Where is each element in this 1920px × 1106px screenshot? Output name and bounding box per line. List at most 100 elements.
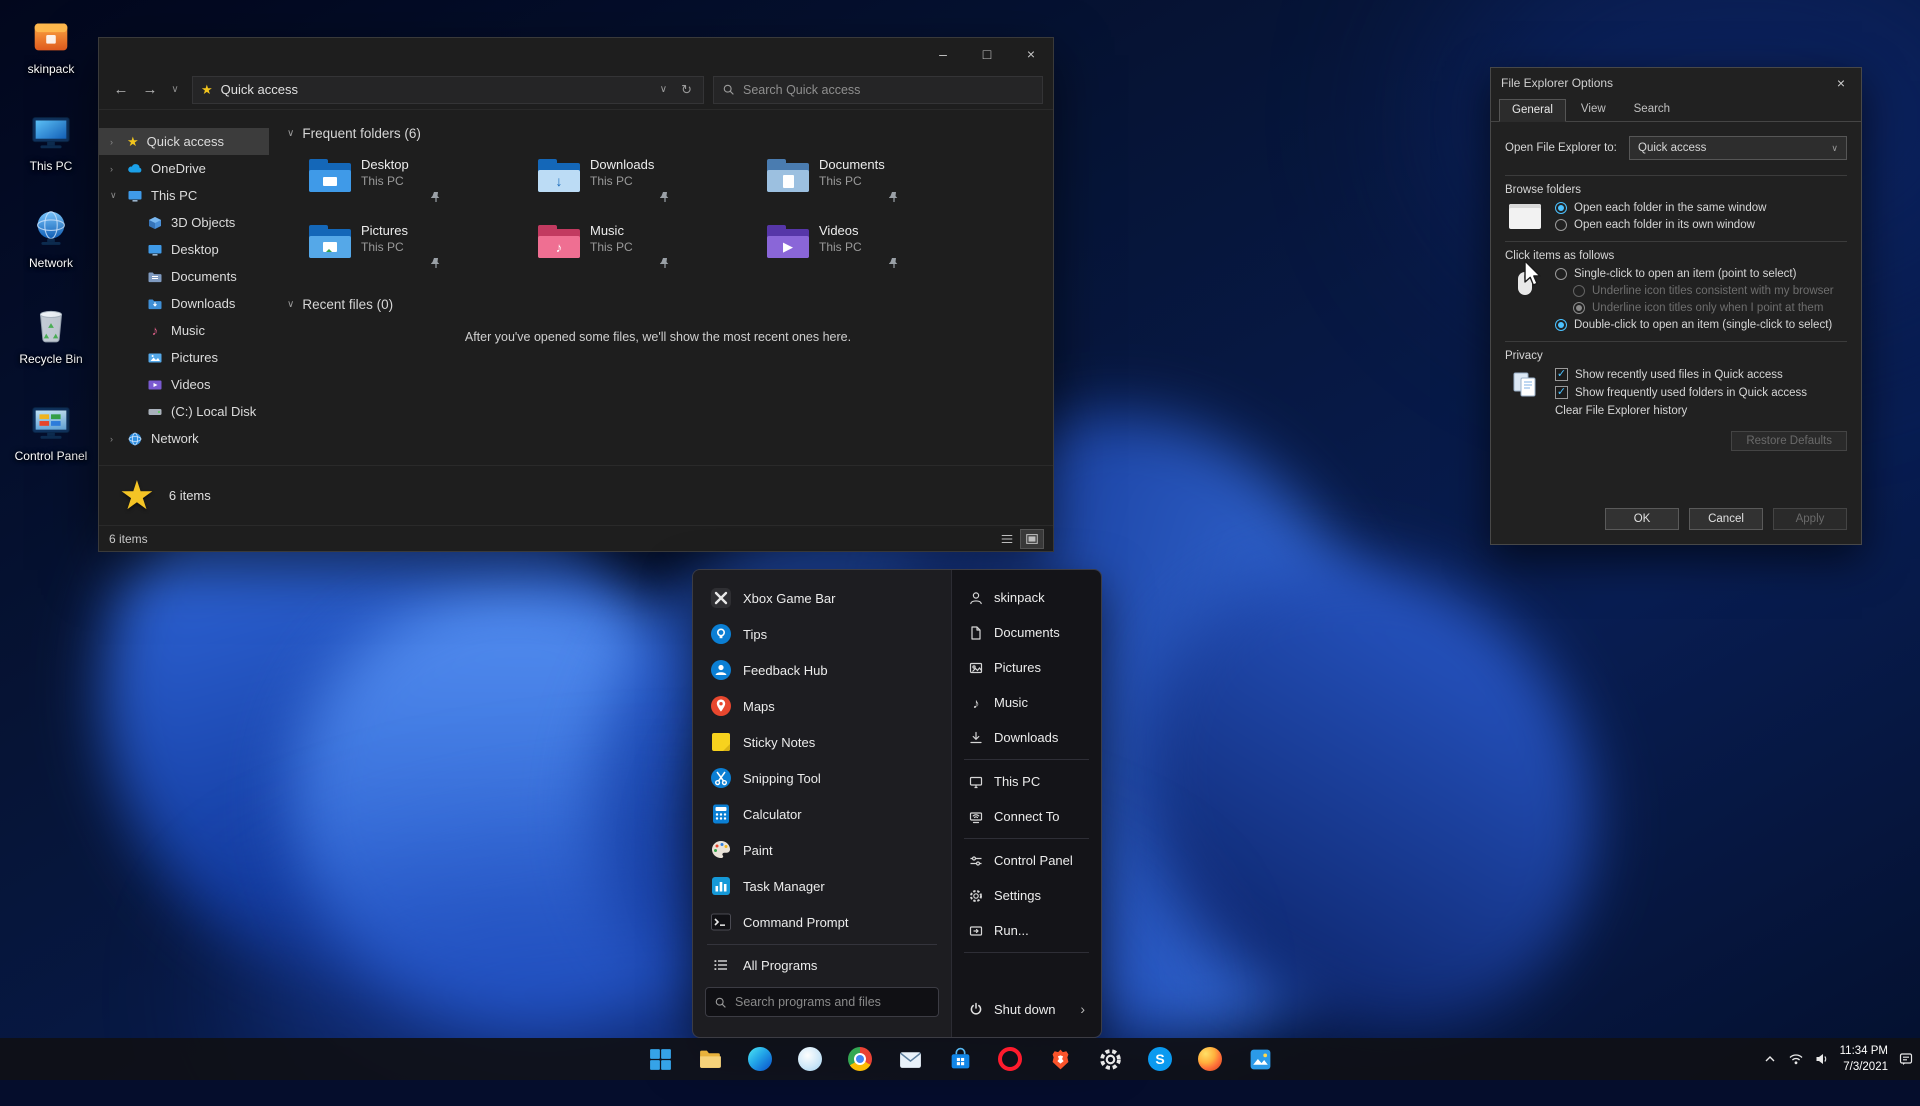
taskbar-edge-button[interactable] xyxy=(740,1040,780,1078)
desktop-icon-network[interactable]: Network xyxy=(8,206,94,271)
sidebar-item-desktop[interactable]: Desktop xyxy=(99,236,269,263)
sidebar-item-this-pc[interactable]: ∨ This PC xyxy=(99,182,269,209)
explorer-search-input[interactable] xyxy=(743,82,1034,97)
dialog-close-button[interactable]: × xyxy=(1821,68,1861,98)
desktop-icon-control-panel[interactable]: Control Panel xyxy=(8,399,94,464)
expand-chevron-icon[interactable]: › xyxy=(110,137,113,147)
sidebar-item-music[interactable]: ♪ Music xyxy=(99,317,269,344)
start-app-paint[interactable]: Paint xyxy=(701,832,943,868)
checkbox[interactable]: ✓ xyxy=(1555,368,1568,381)
radio-button[interactable] xyxy=(1555,268,1567,280)
start-app-snipping-tool[interactable]: Snipping Tool xyxy=(701,760,943,796)
checkbox-show-recent-files[interactable]: ✓ Show recently used files in Quick acces… xyxy=(1555,368,1847,381)
collapse-chevron-icon[interactable]: ∨ xyxy=(287,128,294,139)
start-place-documents[interactable]: Documents xyxy=(952,615,1101,650)
start-place-downloads[interactable]: Downloads xyxy=(952,720,1101,755)
start-app-xbox-game-bar[interactable]: Xbox Game Bar xyxy=(701,580,943,616)
taskbar-file-explorer-button[interactable] xyxy=(690,1040,730,1078)
tab-view[interactable]: View xyxy=(1568,98,1619,121)
start-place-connect-to[interactable]: Connect To xyxy=(952,799,1101,834)
folder-tile-documents[interactable]: Documents This PC xyxy=(761,151,990,209)
tab-general[interactable]: General xyxy=(1499,99,1566,122)
folder-tile-pictures[interactable]: Pictures This PC xyxy=(303,217,532,275)
radio-single-click[interactable]: Single-click to open an item (point to s… xyxy=(1555,268,1847,280)
start-place-this-pc[interactable]: This PC xyxy=(952,764,1101,799)
sidebar-item-network[interactable]: › Network xyxy=(99,425,269,452)
start-place-run[interactable]: Run... xyxy=(952,913,1101,948)
explorer-search-box[interactable] xyxy=(713,75,1043,104)
start-app-calculator[interactable]: Calculator xyxy=(701,796,943,832)
desktop-icon-this-pc[interactable]: This PC xyxy=(8,109,94,174)
forward-button[interactable]: → xyxy=(138,81,162,98)
sidebar-item-documents[interactable]: Documents xyxy=(99,263,269,290)
sidebar-item-quick-access[interactable]: › ★ Quick access xyxy=(99,128,269,155)
all-programs-item[interactable]: All Programs xyxy=(701,949,943,981)
folder-tile-videos[interactable]: ▶ Videos This PC xyxy=(761,217,990,275)
radio-double-click[interactable]: Double-click to open an item (single-cli… xyxy=(1555,319,1847,331)
start-place-skinpack[interactable]: skinpack xyxy=(952,580,1101,615)
start-place-music[interactable]: ♪ Music xyxy=(952,685,1101,720)
cancel-button[interactable]: Cancel xyxy=(1689,508,1763,530)
taskbar-opera-button[interactable] xyxy=(990,1040,1030,1078)
shut-down-button[interactable]: Shut down › xyxy=(952,991,1101,1027)
action-center-button[interactable] xyxy=(1897,1051,1914,1068)
recent-files-header[interactable]: ∨ Recent files (0) xyxy=(287,297,1053,312)
expand-chevron-icon[interactable]: › xyxy=(110,164,113,174)
radio-open-same-window[interactable]: Open each folder in the same window xyxy=(1555,202,1847,214)
checkbox-show-frequent-folders[interactable]: ✓ Show frequently used folders in Quick a… xyxy=(1555,386,1847,399)
folder-tile-downloads[interactable]: ↓ Downloads This PC xyxy=(532,151,761,209)
desktop-icon-recycle-bin[interactable]: Recycle Bin xyxy=(8,302,94,367)
taskbar-firefox-button[interactable] xyxy=(1190,1040,1230,1078)
start-place-pictures[interactable]: Pictures xyxy=(952,650,1101,685)
start-app-command-prompt[interactable]: Command Prompt xyxy=(701,904,943,940)
taskbar-settings-button[interactable] xyxy=(1090,1040,1130,1078)
desktop-icon-skinpack[interactable]: skinpack xyxy=(8,12,94,77)
sidebar-item-local-disk[interactable]: (C:) Local Disk xyxy=(99,398,269,425)
checkbox[interactable]: ✓ xyxy=(1555,386,1568,399)
taskbar-mail-button[interactable] xyxy=(890,1040,930,1078)
volume-tray-icon[interactable] xyxy=(1814,1051,1831,1068)
folder-tile-desktop[interactable]: Desktop This PC xyxy=(303,151,532,209)
network-tray-icon[interactable] xyxy=(1788,1051,1805,1068)
start-app-feedback-hub[interactable]: Feedback Hub xyxy=(701,652,943,688)
thumbnail-view-button[interactable] xyxy=(1020,528,1044,549)
apply-button[interactable]: Apply xyxy=(1773,508,1847,530)
taskbar-store-button[interactable] xyxy=(940,1040,980,1078)
taskbar-chrome-button[interactable] xyxy=(840,1040,880,1078)
radio-button[interactable] xyxy=(1555,202,1567,214)
address-dropdown-icon[interactable]: ∨ xyxy=(657,84,670,95)
ok-button[interactable]: OK xyxy=(1605,508,1679,530)
expand-chevron-icon[interactable]: › xyxy=(110,434,113,444)
start-button[interactable] xyxy=(640,1040,680,1078)
restore-defaults-button[interactable]: Restore Defaults xyxy=(1731,431,1847,451)
close-button[interactable]: × xyxy=(1009,38,1053,70)
expand-chevron-icon[interactable]: ∨ xyxy=(110,190,117,201)
sidebar-item-onedrive[interactable]: › OneDrive xyxy=(99,155,269,182)
taskbar-clock[interactable]: 11:34 PM 7/3/2021 xyxy=(1840,1043,1888,1075)
start-app-task-manager[interactable]: Task Manager xyxy=(701,868,943,904)
start-app-maps[interactable]: Maps xyxy=(701,688,943,724)
address-bar[interactable]: ★ Quick access ∨ ↻ xyxy=(192,75,704,104)
start-search-input[interactable] xyxy=(735,995,930,1009)
taskbar-brave-button[interactable] xyxy=(1040,1040,1080,1078)
minimize-button[interactable]: – xyxy=(921,38,965,70)
refresh-icon[interactable]: ↻ xyxy=(678,82,695,98)
collapse-chevron-icon[interactable]: ∨ xyxy=(287,299,294,310)
start-app-tips[interactable]: Tips xyxy=(701,616,943,652)
open-to-dropdown[interactable]: Quick access ∨ xyxy=(1629,136,1847,160)
sidebar-item-videos[interactable]: Videos xyxy=(99,371,269,398)
taskbar-skype-button[interactable]: S xyxy=(1140,1040,1180,1078)
taskbar-cortana-button[interactable] xyxy=(790,1040,830,1078)
frequent-folders-header[interactable]: ∨ Frequent folders (6) xyxy=(287,126,1053,141)
start-app-sticky-notes[interactable]: Sticky Notes xyxy=(701,724,943,760)
radio-button[interactable] xyxy=(1555,219,1567,231)
radio-button[interactable] xyxy=(1555,319,1567,331)
tab-search[interactable]: Search xyxy=(1621,98,1683,121)
folder-tile-music[interactable]: ♪ Music This PC xyxy=(532,217,761,275)
recent-locations-chevron-icon[interactable]: ∨ xyxy=(167,84,183,95)
start-place-control-panel[interactable]: Control Panel xyxy=(952,843,1101,878)
sidebar-item-downloads[interactable]: Downloads xyxy=(99,290,269,317)
radio-open-own-window[interactable]: Open each folder in its own window xyxy=(1555,219,1847,231)
start-place-settings[interactable]: Settings xyxy=(952,878,1101,913)
back-button[interactable]: ← xyxy=(109,81,133,98)
